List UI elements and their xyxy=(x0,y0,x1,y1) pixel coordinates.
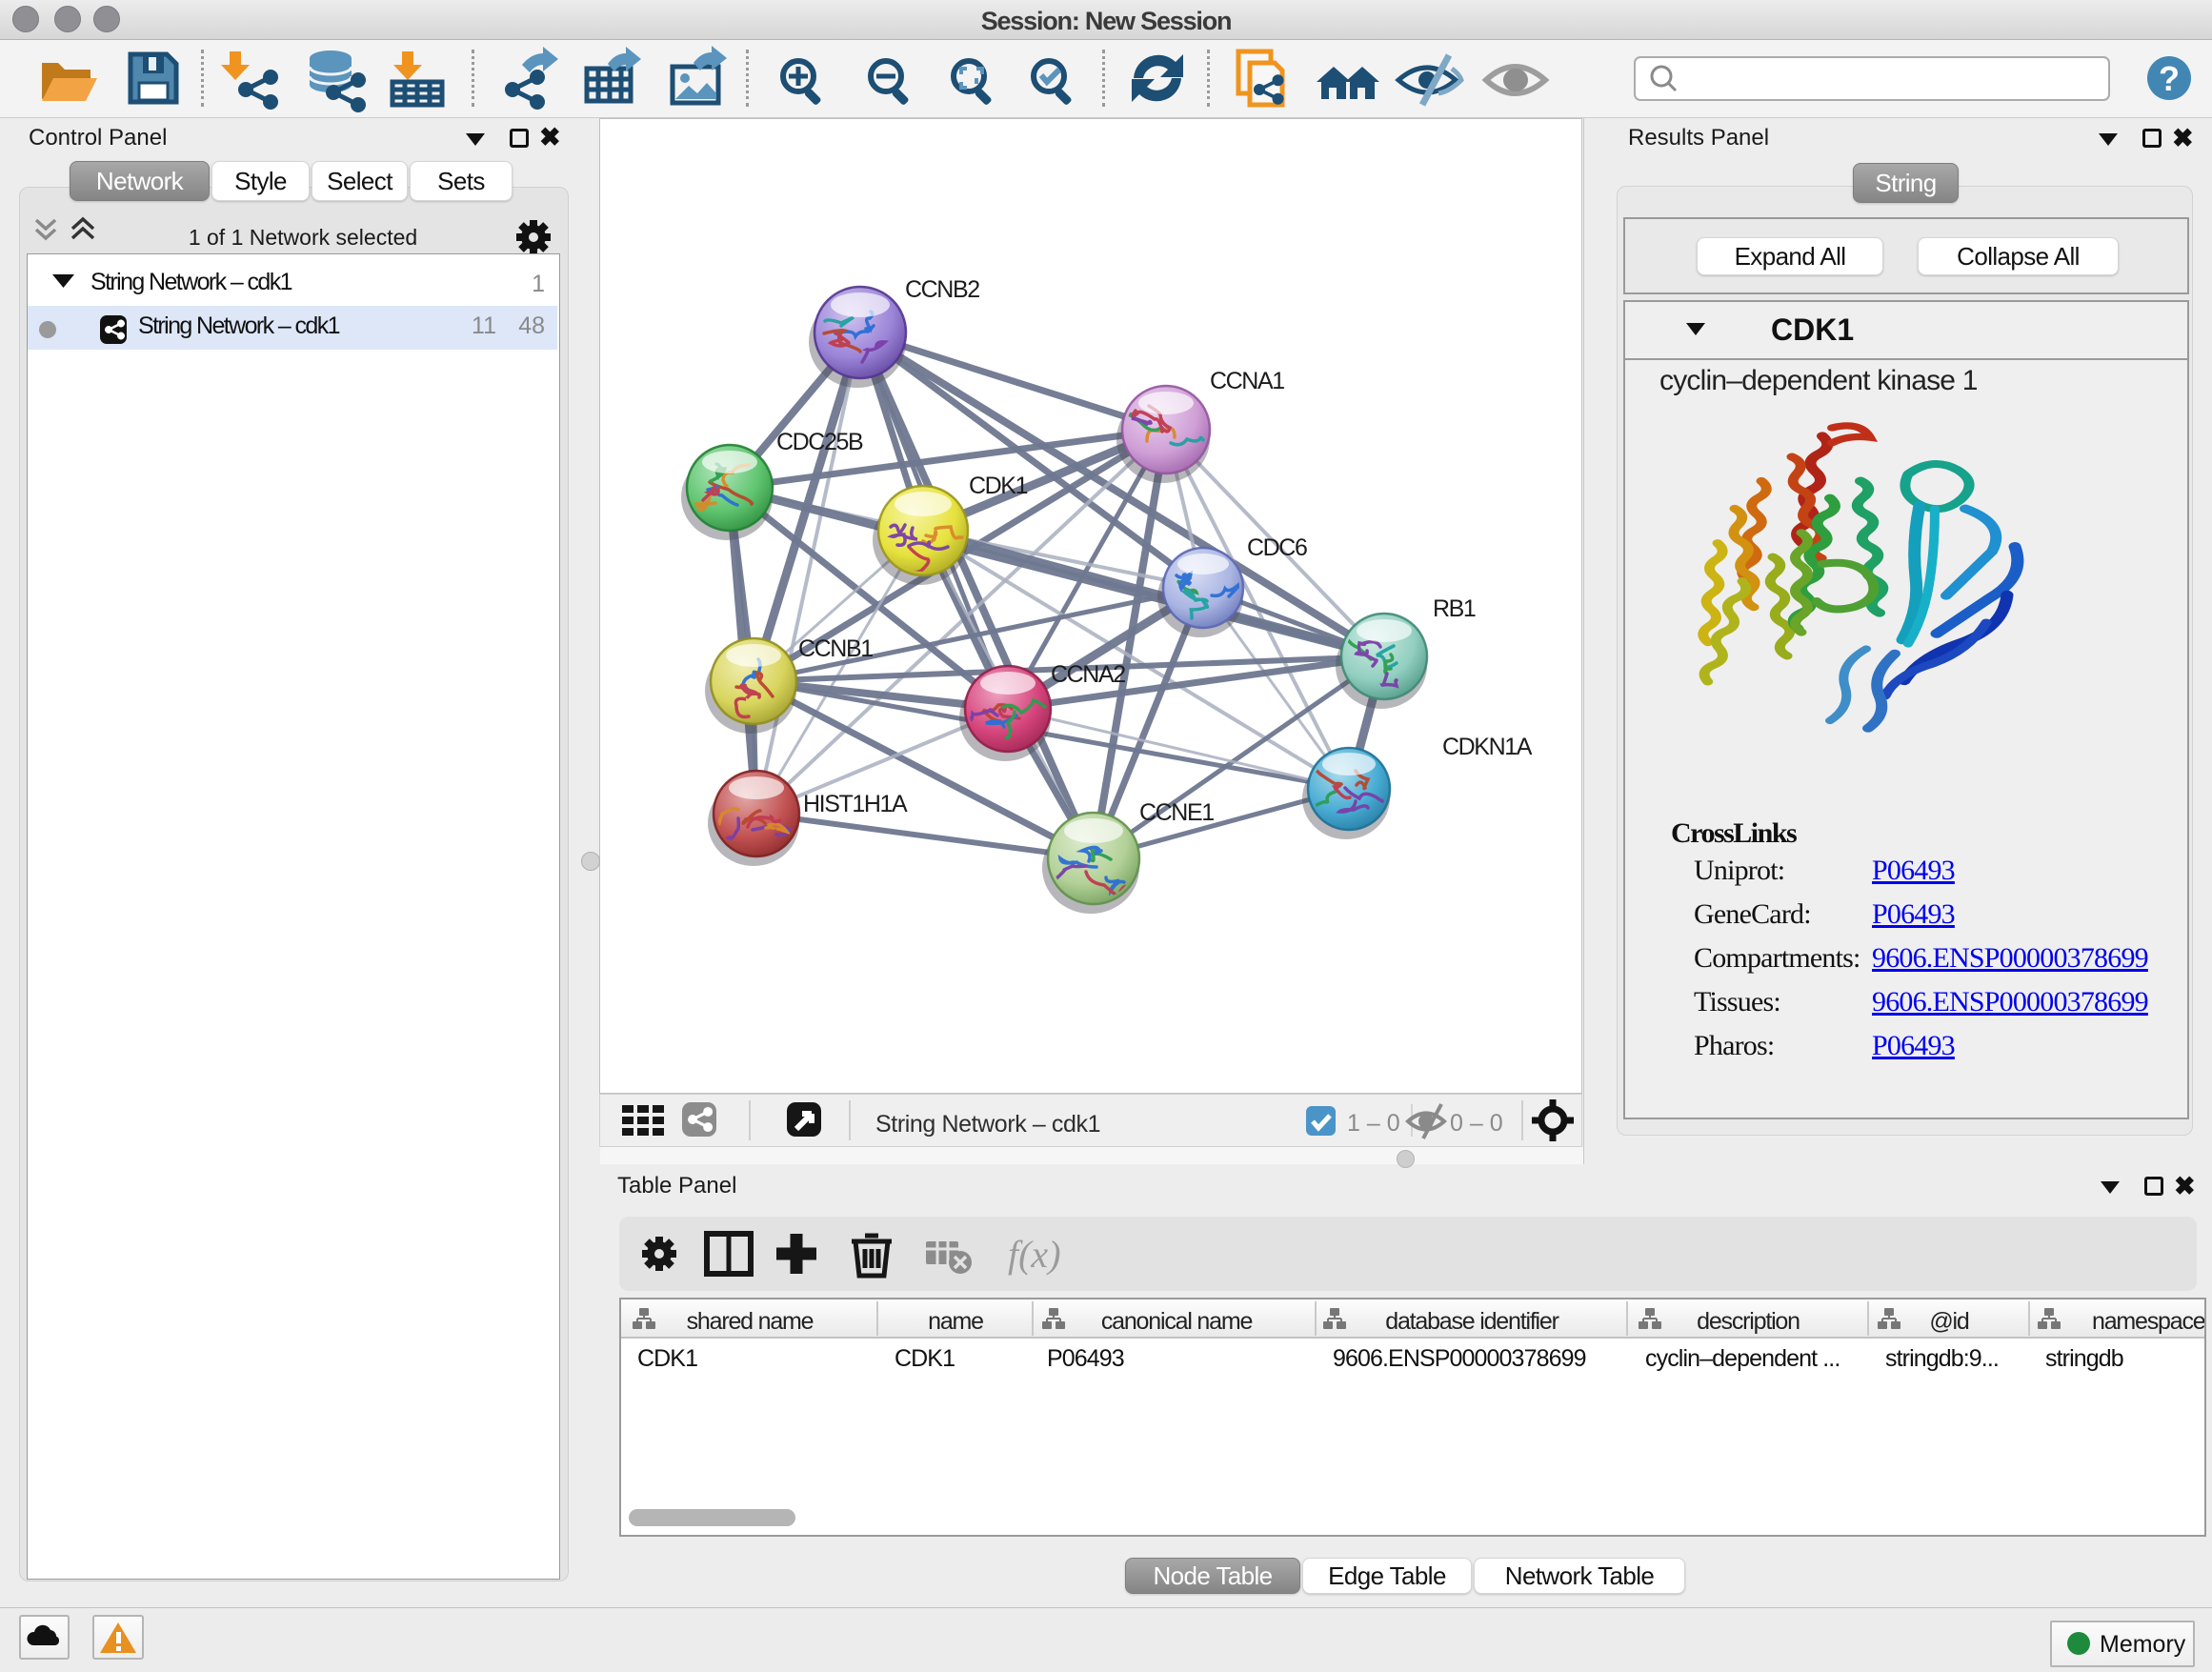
svg-text:f(x): f(x) xyxy=(1008,1233,1061,1276)
svg-text:CDK1: CDK1 xyxy=(637,1345,697,1372)
svg-text:CDC6: CDC6 xyxy=(1247,534,1307,561)
svg-text:String Network – cdk1: String Network – cdk1 xyxy=(90,269,292,295)
svg-text:name: name xyxy=(928,1308,983,1335)
svg-text:RB1: RB1 xyxy=(1433,595,1476,622)
svg-text:0 – 0: 0 – 0 xyxy=(1450,1110,1503,1137)
svg-text:CDC25B: CDC25B xyxy=(776,429,863,455)
svg-text:stringdb: stringdb xyxy=(2045,1345,2123,1372)
svg-text:CDK1: CDK1 xyxy=(895,1345,955,1372)
svg-text:CCNE1: CCNE1 xyxy=(1139,799,1214,826)
svg-text:namespace: namespace xyxy=(2092,1308,2204,1335)
svg-text:P06493: P06493 xyxy=(1047,1345,1124,1372)
svg-text:CCNB2: CCNB2 xyxy=(905,276,979,303)
svg-text:CCNA1: CCNA1 xyxy=(1210,368,1284,394)
svg-text:CDKN1A: CDKN1A xyxy=(1442,734,1533,760)
svg-text:11: 11 xyxy=(472,312,496,339)
svg-text:48: 48 xyxy=(518,312,545,339)
svg-text:CCNA2: CCNA2 xyxy=(1051,661,1125,688)
svg-text:@id: @id xyxy=(1929,1308,1969,1335)
svg-text:canonical name: canonical name xyxy=(1101,1308,1253,1335)
svg-text:1: 1 xyxy=(532,271,545,297)
svg-text:?: ? xyxy=(2159,59,2180,98)
svg-text:String Network – cdk1: String Network – cdk1 xyxy=(138,312,340,339)
svg-text:cyclin–dependent ...: cyclin–dependent ... xyxy=(1645,1345,1840,1372)
svg-text:stringdb:9...: stringdb:9... xyxy=(1885,1345,1999,1372)
svg-text:Memory: Memory xyxy=(2100,1631,2186,1658)
svg-text:database identifier: database identifier xyxy=(1385,1308,1558,1335)
svg-text:description: description xyxy=(1697,1308,1800,1335)
svg-text:1 of 1 Network selected: 1 of 1 Network selected xyxy=(189,225,417,250)
svg-text:String Network – cdk1: String Network – cdk1 xyxy=(875,1111,1100,1138)
svg-text:CDK1: CDK1 xyxy=(969,473,1028,499)
svg-text:shared name: shared name xyxy=(687,1308,814,1335)
svg-text:9606.ENSP00000378699: 9606.ENSP00000378699 xyxy=(1333,1345,1586,1372)
svg-text:CCNB1: CCNB1 xyxy=(798,635,873,662)
svg-text:1 – 0: 1 – 0 xyxy=(1347,1110,1400,1137)
svg-text:HIST1H1A: HIST1H1A xyxy=(803,791,908,817)
